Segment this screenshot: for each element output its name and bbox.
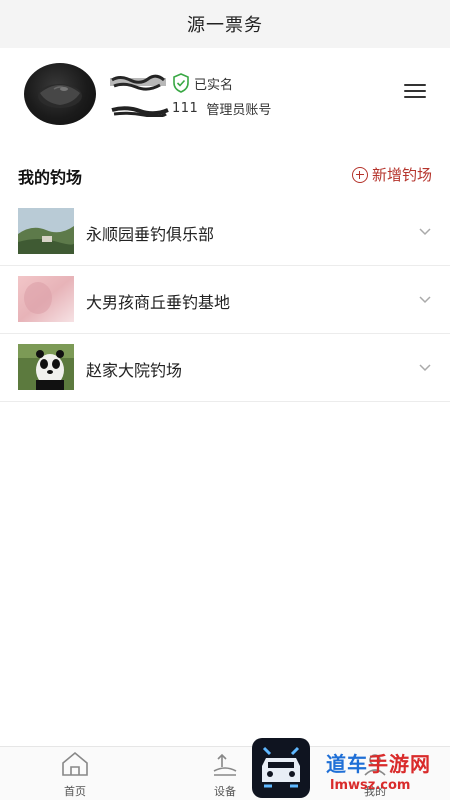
redacted-id (110, 102, 170, 118)
watermark-url: lmwsz.com (330, 778, 411, 793)
watermark-text-red: 手游网 (368, 752, 431, 776)
add-circle-icon (351, 166, 368, 183)
watermark-text: 道车手游网 (326, 748, 431, 777)
top-bar: 源一票务 (0, 0, 450, 48)
add-fishing-spot-label: 新增钓场 (371, 166, 432, 184)
nav-label-home: 首页 (64, 785, 86, 798)
chevron-down-icon[interactable] (418, 224, 432, 238)
nav-item-home[interactable]: 首页 (45, 751, 105, 799)
home-icon (62, 751, 88, 776)
device-icon (213, 753, 237, 776)
spot-name: 赵家大院钓场 (86, 361, 183, 380)
list-item[interactable]: 赵家大院钓场 (0, 334, 450, 402)
list-item[interactable]: 大男孩商丘垂钓基地 (0, 266, 450, 334)
page-title: 源一票务 (187, 15, 263, 36)
section-header: 我的钓场 新增钓场 (0, 160, 450, 192)
list-item[interactable]: 永顺园垂钓俱乐部 (0, 198, 450, 266)
spot-thumbnail (18, 344, 74, 390)
nav-item-device[interactable]: 设备 (195, 751, 255, 799)
verified-label: 已实名 (194, 77, 234, 93)
spot-name: 永顺园垂钓俱乐部 (86, 225, 215, 244)
account-id: 111 (172, 100, 199, 116)
add-fishing-spot-button[interactable]: 新增钓场 (351, 164, 432, 185)
menu-icon[interactable] (404, 84, 426, 102)
watermark-app-icon (252, 738, 310, 798)
chevron-down-icon[interactable] (418, 360, 432, 374)
spot-name: 大男孩商丘垂钓基地 (86, 293, 231, 312)
spot-thumbnail (18, 276, 74, 322)
profile-card: 已实名 111 管理员账号 (0, 48, 450, 138)
watermark-text-blue: 道车 (326, 752, 368, 776)
verified-badge: 已实名 (172, 73, 233, 93)
fishing-spot-list: 永顺园垂钓俱乐部 大男孩商丘垂钓基地 赵家大院钓场 (0, 198, 450, 402)
redacted-name (110, 74, 166, 92)
spot-thumbnail (18, 208, 74, 254)
chevron-down-icon[interactable] (418, 292, 432, 306)
shield-check-icon (173, 73, 189, 93)
avatar[interactable] (24, 63, 96, 125)
nav-label-device: 设备 (214, 785, 236, 798)
account-role: 管理员账号 (206, 102, 272, 118)
section-title: 我的钓场 (18, 168, 83, 187)
